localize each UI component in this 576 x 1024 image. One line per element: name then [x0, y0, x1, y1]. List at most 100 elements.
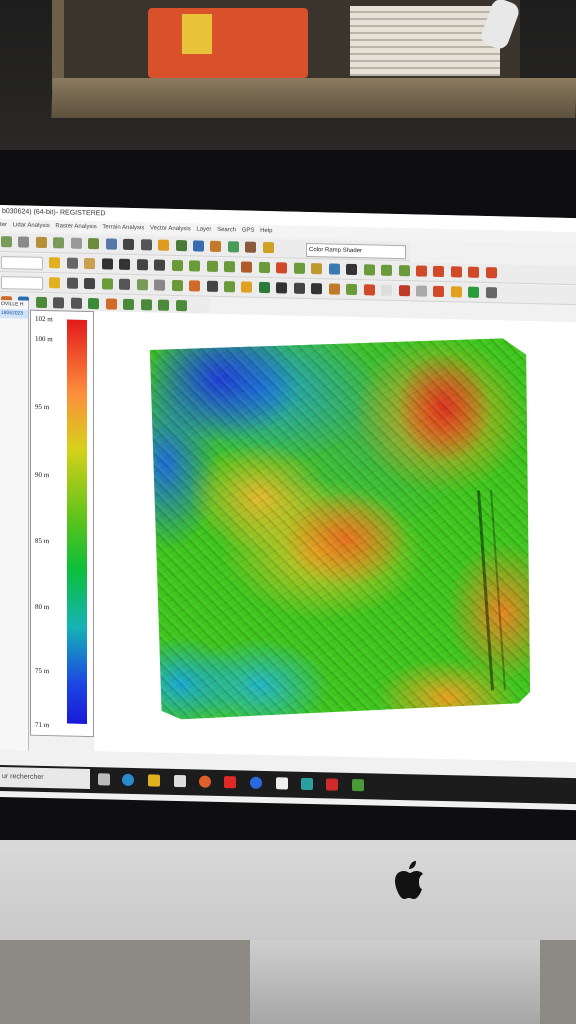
combo-empty[interactable] — [1, 276, 43, 290]
pencil-icon[interactable] — [433, 265, 445, 278]
filter-icon[interactable] — [49, 277, 61, 289]
tool-icon[interactable] — [192, 240, 204, 252]
pencil-icon[interactable] — [485, 267, 497, 279]
layer-item-selected[interactable]: 18062025 — [0, 309, 28, 319]
terrain-icon[interactable] — [381, 264, 393, 276]
zoom-out-icon[interactable] — [119, 258, 131, 270]
tool-icon[interactable] — [123, 298, 135, 311]
pan-icon[interactable] — [66, 257, 78, 269]
terrain-icon[interactable] — [276, 262, 288, 274]
terrain-icon[interactable] — [311, 263, 323, 275]
firefox-icon[interactable] — [199, 775, 211, 788]
tool-icon[interactable] — [468, 286, 480, 298]
zoom-in-icon[interactable] — [101, 258, 113, 270]
eraser-icon[interactable] — [433, 285, 445, 298]
star-icon[interactable] — [49, 257, 61, 269]
close-icon[interactable] — [398, 285, 410, 297]
tool-icon[interactable] — [158, 239, 170, 251]
pencil-icon[interactable] — [415, 265, 427, 277]
folder-icon[interactable] — [241, 281, 253, 293]
globe-icon[interactable] — [258, 281, 270, 294]
tool-icon[interactable] — [70, 297, 82, 309]
tool-icon[interactable] — [154, 279, 166, 291]
notes-icon[interactable] — [276, 777, 288, 790]
pencil-icon[interactable] — [363, 284, 375, 296]
tool-icon[interactable] — [171, 279, 183, 292]
hand-icon[interactable] — [84, 257, 96, 270]
close-icon[interactable] — [346, 263, 358, 276]
menu-item[interactable]: Help — [260, 228, 272, 234]
tool-icon[interactable] — [140, 299, 152, 311]
tool-icon[interactable] — [262, 241, 274, 254]
play-icon[interactable] — [88, 298, 100, 310]
terrain-icon[interactable] — [206, 260, 218, 272]
tool-icon[interactable] — [346, 283, 358, 296]
tool-icon[interactable] — [123, 238, 135, 251]
combo-empty[interactable] — [1, 256, 43, 270]
menu-item[interactable]: Terrain Analysis — [102, 224, 144, 231]
tool-icon[interactable] — [293, 282, 305, 294]
tool-icon[interactable] — [328, 283, 340, 295]
tool-icon[interactable] — [189, 280, 201, 292]
tool-icon[interactable] — [206, 280, 218, 292]
global-mapper-icon[interactable] — [352, 778, 364, 792]
task-view-icon[interactable] — [98, 773, 110, 786]
acrobat-icon[interactable] — [326, 778, 338, 791]
tool-icon[interactable] — [245, 241, 257, 253]
wrench-icon[interactable] — [311, 283, 323, 295]
facebook-icon[interactable] — [250, 776, 262, 789]
tool-icon[interactable] — [223, 281, 235, 293]
terrain-icon[interactable] — [258, 261, 270, 274]
terrain-icon[interactable] — [171, 259, 183, 272]
menu-item[interactable]: Lidar Analysis — [13, 222, 50, 229]
tool-icon[interactable] — [119, 278, 131, 290]
tool-icon[interactable] — [136, 279, 148, 291]
tool-icon[interactable] — [53, 297, 65, 309]
stop-icon[interactable] — [105, 298, 117, 310]
menu-item[interactable]: ter — [0, 222, 7, 228]
pencil-icon[interactable] — [468, 266, 480, 278]
save-icon[interactable] — [276, 282, 288, 294]
info-icon[interactable] — [450, 286, 462, 298]
terrain-icon[interactable] — [398, 265, 410, 277]
terrain-icon[interactable] — [189, 260, 201, 272]
taskbar-search[interactable]: ur rechercher — [0, 767, 90, 790]
tool-icon[interactable] — [175, 239, 187, 252]
map-canvas[interactable] — [94, 311, 576, 763]
menu-item[interactable]: GPS — [242, 227, 255, 233]
app-icon[interactable] — [301, 777, 313, 791]
folder-icon[interactable] — [148, 774, 160, 787]
menu-item[interactable]: Raster Analysis — [55, 223, 96, 230]
tool-icon[interactable] — [66, 277, 78, 289]
terrain-icon[interactable] — [241, 261, 253, 273]
home-icon[interactable] — [154, 259, 166, 271]
back-icon[interactable] — [136, 259, 148, 271]
menu-item[interactable]: Layer — [196, 226, 211, 232]
tool-icon[interactable] — [140, 239, 152, 251]
tool-icon[interactable] — [88, 238, 100, 250]
tool-icon[interactable] — [381, 284, 393, 296]
tool-icon[interactable] — [35, 296, 47, 309]
menu-item[interactable]: Vector Analysis — [150, 225, 191, 232]
tool-icon[interactable] — [84, 277, 96, 290]
edge-icon[interactable] — [122, 773, 134, 787]
tool-icon[interactable] — [175, 299, 187, 312]
shader-combo[interactable]: Color Ramp Shader — [306, 242, 406, 260]
tool-icon[interactable] — [18, 236, 30, 248]
terrain-icon[interactable] — [223, 261, 235, 273]
tool-icon[interactable] — [35, 236, 47, 249]
tool-icon[interactable] — [158, 299, 170, 311]
tool-icon[interactable] — [70, 237, 82, 249]
tool-icon[interactable] — [53, 237, 65, 249]
terrain-icon[interactable] — [328, 263, 340, 275]
tool-icon[interactable] — [1, 236, 12, 248]
terrain-icon[interactable] — [363, 264, 375, 276]
tool-icon[interactable] — [210, 240, 222, 253]
terrain-icon[interactable] — [293, 262, 305, 274]
tool-icon[interactable] — [105, 238, 117, 250]
tool-icon[interactable] — [101, 278, 113, 290]
youtube-icon[interactable] — [224, 776, 236, 789]
tool-icon[interactable] — [415, 285, 427, 297]
pencil-icon[interactable] — [450, 266, 462, 278]
tool-icon[interactable] — [227, 241, 239, 253]
